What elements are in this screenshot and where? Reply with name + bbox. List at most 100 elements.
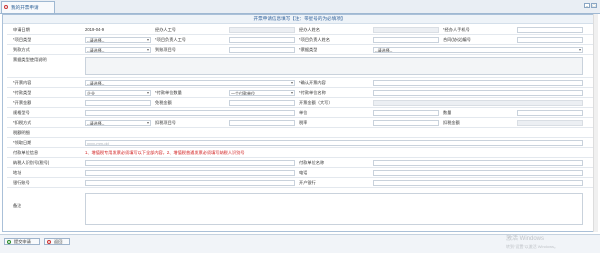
form-row: 纳税人识别号(税号) 付款单位名称 [7,158,593,168]
maximize-icon[interactable]: □ [591,3,597,8]
taxpayer-id-input[interactable] [85,159,295,166]
invoice-type-label: *票据类型 [299,47,318,52]
handler-name-field [373,26,439,33]
unit-label: 单位 [299,110,308,115]
payer-unit-label: 付款单位名称 [299,160,325,165]
form-row: 银行账号 开户银行 [7,178,593,188]
payer-count-label: *付款单位数量 [155,90,182,95]
contract-no-input[interactable] [517,36,583,43]
tax-amount-field [517,119,583,126]
spec-label: 规格型号 [13,110,30,115]
payer-info-label: 付款单位信息 [13,150,39,155]
tax-free-label: 免税金额 [155,100,172,105]
qty-input[interactable] [517,109,583,116]
invoice-content-label: *开票内容 [13,80,32,85]
form-row: *领取日期 yyyy-mm-dd [7,138,593,148]
remark-label: 备注 [13,203,22,208]
tab-bar: 我的开票申请 – □ [0,0,600,14]
taxpayer-id-label: 纳税人识别号(税号) [13,160,50,165]
form-panel: 开票申请信息填写【注：带星号的为必填项】 申请日期 2019-04-9 经办人工… [2,14,597,232]
form-row: *项目类型 --请选择-- *项目负责人工号 *项目负责人姓名 合同(协议)编号 [7,35,593,45]
form-title: 开票申请信息填写【注：带星号的为必填项】 [3,15,596,24]
project-leader-name-label: *项目负责人姓名 [299,37,330,42]
payer-type-label: *付款类型 [13,90,32,95]
handler-id-field [229,26,295,33]
tab-label: 我的开票申请 [11,5,39,10]
tax-detail-label: 税额明细 [13,130,30,135]
handler-name-label: 经办人姓名 [299,27,320,32]
form-row: *开票内容 --请选择-- *确认开票内容 [7,78,593,88]
form-row: 税额明细 [7,128,593,138]
amount-input[interactable] [85,99,151,106]
amount-upper-field [373,99,583,106]
invoice-content-select[interactable]: --请选择-- [85,79,295,86]
close-icon[interactable] [4,5,8,9]
tax-amount-label: 扣税金额 [443,120,460,125]
bank-account-label: 银行账号 [13,180,30,185]
activation-watermark: 激活 Windows 转到“设置”以激活 Windows。 [506,236,558,250]
project-leader-id-input[interactable] [229,36,295,43]
submit-label: 提交申请 [14,239,31,244]
form-row: 地址 电话 [7,168,593,178]
unit-input[interactable] [373,109,439,116]
confirm-content-input[interactable] [373,79,583,86]
address-input[interactable] [85,169,295,176]
submit-button[interactable]: 提交申请 [4,238,40,245]
project-code-input[interactable] [229,46,295,53]
payer-name-input[interactable] [373,89,583,96]
payer-count-select[interactable]: 一个付款单位 [229,89,295,96]
project-leader-id-label: *项目负责人工号 [155,37,186,42]
expected-date-label: *领取日期 [13,140,32,145]
remark-textarea[interactable] [85,193,583,225]
back-button[interactable]: 返回 [44,238,70,245]
tax-item-input[interactable] [229,119,295,126]
watermark-line2: 转到“设置”以激活 Windows。 [506,244,559,249]
bank-label: 开户银行 [299,180,316,185]
bank-account-input[interactable] [85,179,295,186]
project-type-label: *项目类型 [13,37,32,42]
tax-rate-label: 税率 [299,120,308,125]
tab-my-invoice-apply[interactable]: 我的开票申请 [1,1,55,13]
tax-rate-input[interactable] [373,119,439,126]
spec-input[interactable] [85,109,295,116]
project-leader-name-input[interactable] [373,36,439,43]
qty-label: 数量 [443,110,452,115]
back-icon [47,239,51,244]
amount-upper-label: 开票金额（大写） [299,100,333,105]
tax-item-label: 扣税项目号 [155,120,176,125]
handler-label: 经办人工号 [155,27,176,32]
tax-free-input[interactable] [229,99,295,106]
project-type-select[interactable]: --请选择-- [85,36,151,43]
tax-method-select[interactable]: --请选择-- [85,119,151,126]
payer-name-label: *付款单位名称 [299,90,326,95]
form-row: 付款单位信息 1、增值税专用发票必须填写以下全部内容，2、增值税普通发票必须填写… [7,148,593,158]
project-code-label: 到账项目号 [155,47,176,52]
usage-note-area [85,57,583,75]
form-row: *开票金额 免税金额 开票金额（大写） [7,98,593,108]
vertical-scrollbar[interactable] [593,14,598,232]
watermark-line1: 激活 Windows [506,236,545,242]
form-row: 到款方式 --请选择-- 到账项目号 *票据类型 --请选择-- [7,45,593,55]
address-label: 地址 [13,170,22,175]
form-row: 规格型号 单位 数量 [7,108,593,118]
expected-date-input[interactable]: yyyy-mm-dd [85,139,583,146]
back-label: 返回 [54,239,63,244]
form-row: *付款类型 企业 *付款单位数量 一个付款单位 *付款单位名称 [7,88,593,98]
form-row: 票据类型使用说明 [7,55,593,78]
usage-note-label: 票据类型使用说明 [13,57,47,62]
bank-input[interactable] [373,179,583,186]
apply-date-value: 2019-04-9 [85,27,105,32]
form-row: 申请日期 2019-04-9 经办人工号 经办人姓名 *经办人手机号 [7,25,593,35]
amount-label: *开票金额 [13,100,32,105]
handler-phone-label: *经办人手机号 [443,27,470,32]
invoice-type-select[interactable]: --请选择-- [373,46,583,53]
apply-date-label: 申请日期 [13,27,30,32]
minimize-icon[interactable]: – [584,3,590,8]
income-method-select[interactable]: --请选择-- [85,46,151,53]
phone-input[interactable] [373,169,583,176]
payer-type-select[interactable]: 企业 [85,89,151,96]
handler-phone-input[interactable] [517,26,583,33]
form-row: *扣税方式 --请选择-- 扣税项目号 税率 扣税金额 [7,118,593,128]
payer-unit-input[interactable] [373,159,583,166]
payer-info-note: 1、增值税专用发票必须填写以下全部内容，2、增值税普通发票必须填写纳税人识别号 [85,150,245,155]
